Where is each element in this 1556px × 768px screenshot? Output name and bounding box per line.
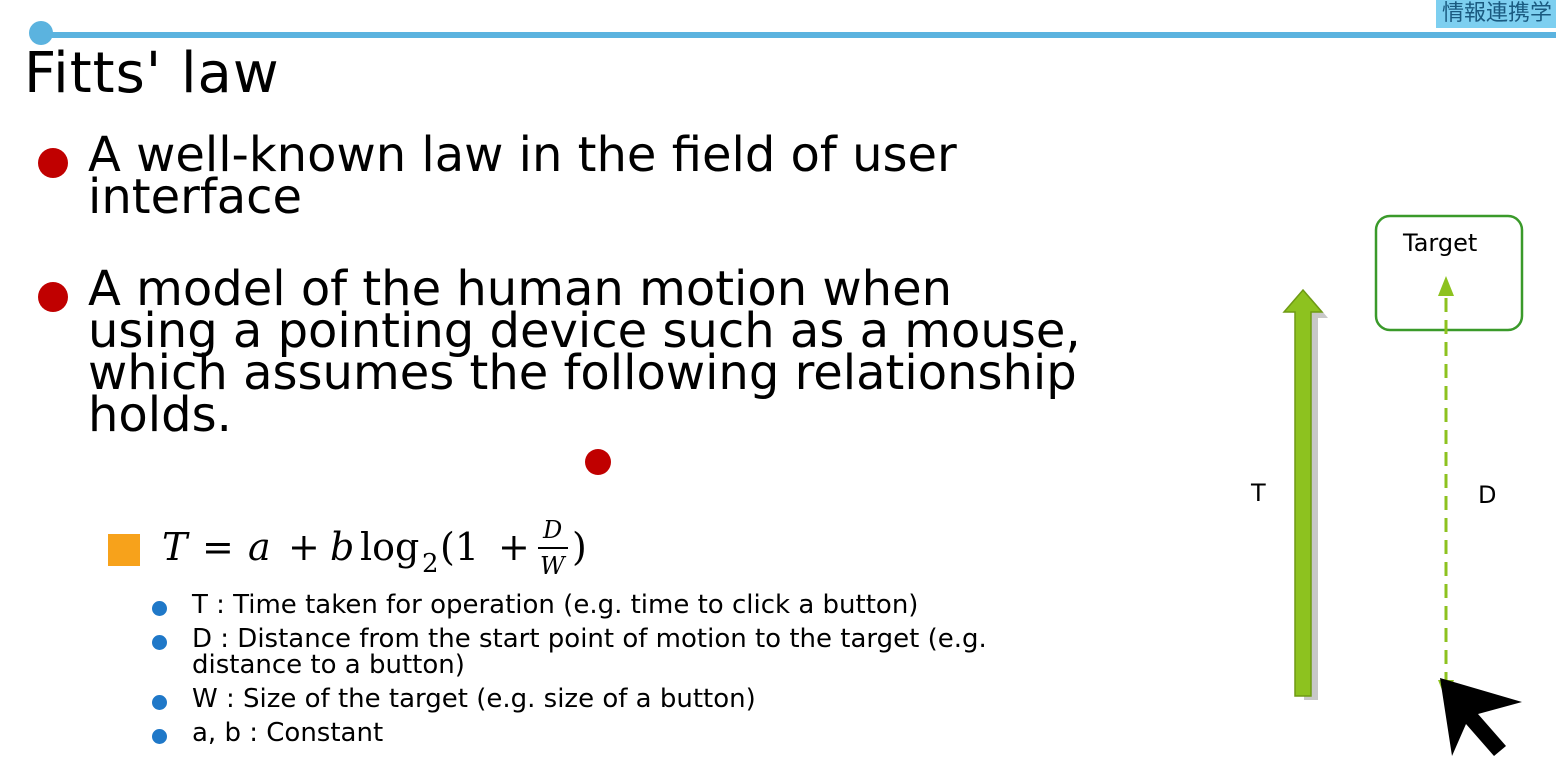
formula-a: a bbox=[248, 525, 271, 569]
definition-ab: a, b : Constant bbox=[192, 718, 384, 748]
blue-bullet-icon bbox=[152, 695, 167, 710]
definition-D: D : Distance from the start point of mot… bbox=[192, 624, 987, 680]
formula-plus-1: + bbox=[288, 525, 320, 569]
formula-item: T = a + b log 2 (1 + D W ) bbox=[108, 510, 682, 590]
formula-plus-2: + bbox=[498, 525, 530, 569]
blue-bullet-icon bbox=[152, 729, 167, 744]
orange-square-bullet-icon bbox=[108, 534, 140, 566]
list-item: a, b : Constant bbox=[152, 720, 1192, 746]
formula-denominator: W bbox=[540, 552, 567, 580]
definition-list: T : Time taken for operation (e.g. time … bbox=[152, 592, 1192, 754]
formula-equals: = bbox=[202, 525, 234, 569]
bullet-item-1: A well-known law in the field of user in… bbox=[38, 127, 1198, 225]
list-item: D : Distance from the start point of mot… bbox=[152, 626, 1192, 678]
bullet-text-2: A model of the human motion when using a… bbox=[88, 261, 1081, 443]
formula-close: ) bbox=[572, 525, 587, 569]
blue-bullet-icon bbox=[152, 635, 167, 650]
formula-open: (1 bbox=[440, 525, 479, 569]
bullet-text-1: A well-known law in the field of user in… bbox=[88, 127, 957, 225]
red-bullet-icon bbox=[38, 148, 68, 178]
fitts-formula: T = a + b log 2 (1 + D W ) bbox=[162, 516, 587, 580]
formula-b: b bbox=[330, 525, 354, 569]
target-label: Target bbox=[1402, 229, 1477, 257]
time-label: T bbox=[1250, 479, 1266, 507]
corner-tag: 情報連携学 bbox=[1435, 0, 1556, 28]
slide-title: Fitts' law bbox=[24, 41, 280, 106]
red-dot-icon bbox=[585, 449, 611, 475]
red-bullet-icon bbox=[38, 282, 68, 312]
top-rule bbox=[30, 32, 1556, 38]
formula-T: T bbox=[162, 525, 190, 569]
blue-bullet-icon bbox=[152, 601, 167, 616]
formula-log: log bbox=[360, 525, 419, 569]
formula-numerator: D bbox=[542, 516, 562, 544]
list-item: T : Time taken for operation (e.g. time … bbox=[152, 592, 1192, 618]
formula-log-base: 2 bbox=[422, 549, 439, 579]
definition-T: T : Time taken for operation (e.g. time … bbox=[192, 590, 919, 620]
list-item: W : Size of the target (e.g. size of a b… bbox=[152, 686, 1192, 712]
fitts-diagram: T Target D bbox=[1250, 214, 1524, 756]
cursor-icon bbox=[1440, 678, 1522, 756]
bullet-item-2: A model of the human motion when using a… bbox=[38, 261, 1218, 443]
distance-label: D bbox=[1478, 481, 1496, 509]
definition-W: W : Size of the target (e.g. size of a b… bbox=[192, 684, 756, 714]
